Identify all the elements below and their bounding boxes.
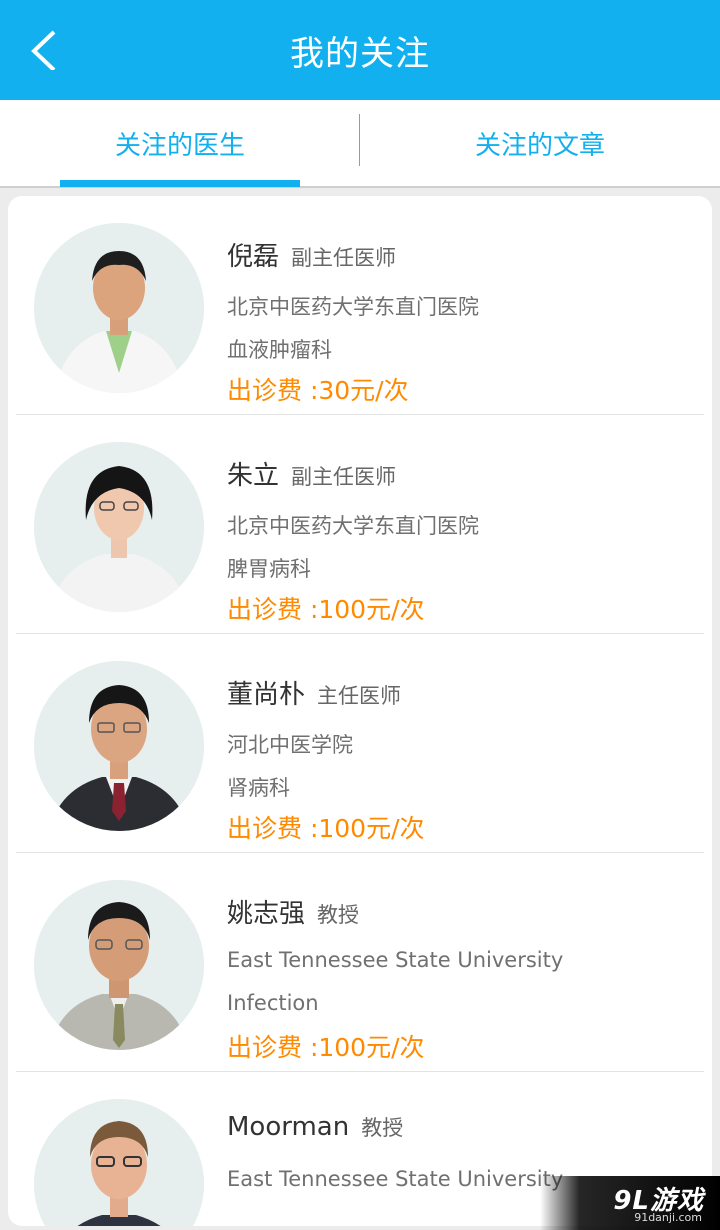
doctor-list-item[interactable]: 姚志强 教授 East Tennessee State University In… [16,853,704,1072]
tab-bar: 关注的医生 关注的文章 [0,100,720,186]
doctor-list: 倪磊 副主任医师 北京中医药大学东直门医院 血液肿瘤科 出诊费 :30元/次 朱立… [8,196,712,1226]
doctor-title: 主任医师 [317,684,402,708]
doctor-title: 副主任医师 [291,246,397,270]
doctor-list-item[interactable]: 董尚朴 主任医师 河北中医学院 肾病科 出诊费 :100元/次 [16,634,704,853]
doctor-list-item[interactable]: 倪磊 副主任医师 北京中医药大学东直门医院 血液肿瘤科 出诊费 :30元/次 [16,196,704,415]
doctor-avatar [34,661,204,831]
doctor-department: 脾胃病科 [227,557,311,581]
doctor-avatar [34,1099,204,1226]
doctor-avatar [34,880,204,1050]
doctor-name: 倪磊 [227,242,280,272]
watermark-url: 91danji.com [634,1211,702,1224]
doctor-hospital: East Tennessee State University [227,1167,564,1191]
doctor-list-item[interactable]: 朱立 副主任医师 北京中医药大学东直门医院 脾胃病科 出诊费 :100元/次 [16,415,704,634]
doctor-hospital: 北京中医药大学东直门医院 [227,295,479,319]
site-watermark: 9L游戏 91danji.com [540,1176,720,1230]
back-arrow-icon[interactable] [28,30,68,72]
doctor-department: 血液肿瘤科 [227,338,332,362]
tab-followed-doctors[interactable]: 关注的医生 [0,100,360,186]
doctor-name: Moorman [227,1112,350,1142]
app-header: 我的关注 [0,0,720,100]
doctor-hospital: 北京中医药大学东直门医院 [227,514,479,538]
consultation-fee: 出诊费 :100元/次 [227,595,425,624]
doctor-hospital: East Tennessee State University [227,948,564,972]
page-title: 我的关注 [290,33,430,74]
active-tab-indicator [60,180,300,187]
doctor-department: 肾病科 [227,776,290,800]
consultation-fee: 出诊费 :100元/次 [227,1033,425,1062]
doctor-avatar [34,223,204,393]
doctor-title: 教授 [361,1116,404,1140]
doctor-name: 姚志强 [227,899,306,929]
doctor-department: Infection [227,991,319,1015]
doctor-title: 教授 [317,903,360,927]
doctor-title: 副主任医师 [291,465,397,489]
consultation-fee: 出诊费 :100元/次 [227,814,425,843]
doctor-avatar [34,442,204,612]
tab-divider [359,114,360,166]
doctor-name: 董尚朴 [227,680,306,710]
doctor-name: 朱立 [227,461,280,491]
consultation-fee: 出诊费 :30元/次 [227,376,409,405]
tab-followed-articles[interactable]: 关注的文章 [360,100,720,186]
doctor-hospital: 河北中医学院 [227,733,353,757]
